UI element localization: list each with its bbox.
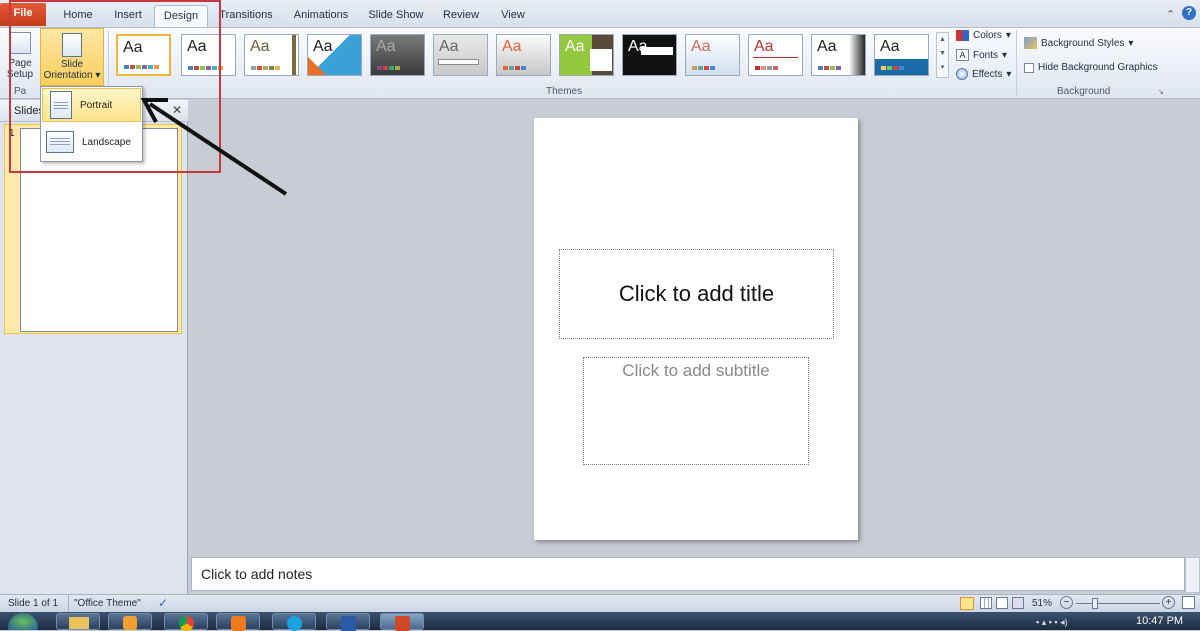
annotation-arrow [140,98,288,196]
